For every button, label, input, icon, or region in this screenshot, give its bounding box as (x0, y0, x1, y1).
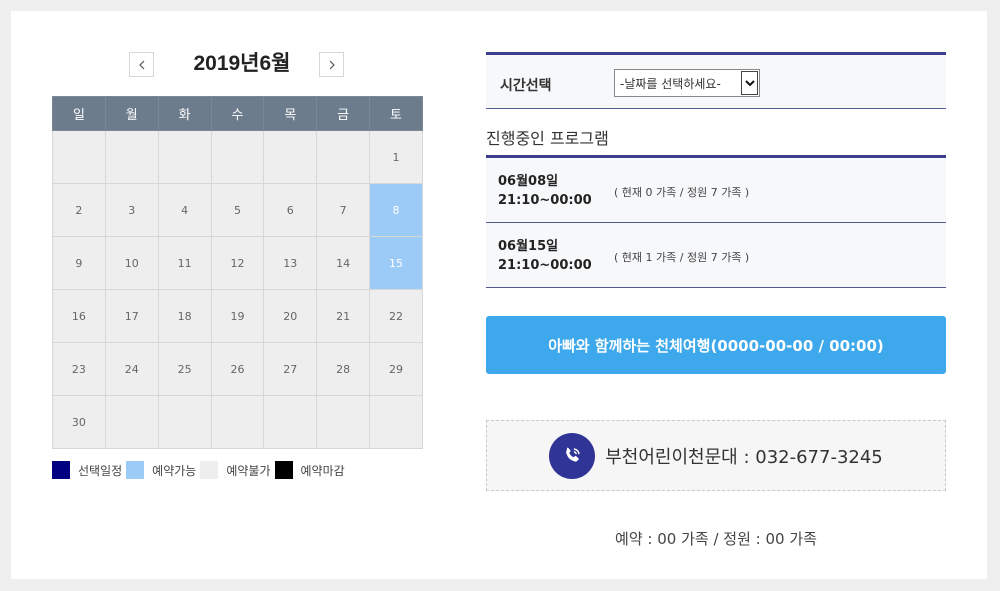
time-select-value: -날짜를 선택하세요- (620, 76, 721, 91)
weekday-mon: 월 (104, 96, 159, 131)
program-list: 06월08일 21:10~00:00 ( 현재 0 가족 / 정원 7 가족 )… (486, 155, 946, 288)
calendar-week-row: 2345678 (52, 183, 423, 237)
calendar-day-empty (316, 395, 371, 449)
weekday-tue: 화 (157, 96, 212, 131)
calendar-day-19: 19 (210, 289, 265, 343)
calendar-day-4: 4 (157, 183, 212, 237)
program-time: 21:10~00:00 (498, 258, 592, 273)
programs-title: 진행중인 프로그램 (486, 129, 609, 148)
calendar-week-row: 23 24 25 26 27 28 29 (52, 342, 423, 396)
calendar-day-empty (52, 130, 106, 184)
legend-item-unavailable: 예약불가 (200, 461, 274, 479)
weekday-sat: 토 (369, 96, 423, 131)
calendar-day-16: 16 (52, 289, 106, 343)
calendar-day-empty (104, 130, 159, 184)
calendar-week-row: 30 (52, 395, 423, 449)
legend-label-available: 예약가능 (152, 463, 197, 478)
time-select-label: 시간선택 (500, 78, 552, 94)
reservation-panel: 2019년6월 일 월 화 수 목 금 토 1 2 3 4 5 6 7 8 9 10 11 12 13 1… (11, 11, 987, 579)
calendar-week-row: 1 (52, 130, 423, 184)
contact-box: 부천어린이천문대 : 032-677-3245 (486, 420, 946, 491)
weekday-fri: 금 (316, 96, 371, 131)
calendar-legend: 선택일정 예약가능 예약불가 예약마감 (52, 460, 349, 480)
calendar-day-23: 23 (52, 342, 106, 396)
legend-swatch-available (126, 461, 145, 479)
calendar-day-20: 20 (263, 289, 318, 343)
calendar-day-empty (369, 395, 423, 449)
chevron-left-icon (138, 60, 144, 69)
weekday-wed: 수 (210, 96, 265, 131)
chevron-down-icon (741, 71, 758, 95)
calendar-day-22: 22 (369, 289, 423, 343)
calendar-day-2: 2 (52, 183, 106, 237)
calendar-day-empty (316, 130, 371, 184)
program-capacity: ( 현재 0 가족 / 정원 7 가족 ) (614, 186, 750, 199)
calendar-day-12: 12 (210, 236, 265, 290)
calendar-grid: 일 월 화 수 목 금 토 1 2 3 4 5 6 7 8 9 10 11 12 13 14 15 16 17 1… (52, 96, 423, 449)
legend-swatch-selected (52, 461, 70, 479)
program-capacity: ( 현재 1 가족 / 정원 7 가족 ) (614, 251, 750, 264)
program-item[interactable]: 06월15일 21:10~00:00 ( 현재 1 가족 / 정원 7 가족 ) (486, 223, 946, 288)
calendar-day-1: 1 (369, 130, 423, 184)
weekday-thu: 목 (263, 96, 318, 131)
calendar-day-27: 27 (263, 342, 318, 396)
calendar-day-26: 26 (210, 342, 265, 396)
calendar-day-empty (210, 130, 265, 184)
calendar-day-7: 7 (316, 183, 371, 237)
calendar-day-30: 30 (52, 395, 106, 449)
next-month-button[interactable] (319, 52, 344, 77)
calendar-day-21: 21 (316, 289, 371, 343)
program-time: 21:10~00:00 (498, 193, 592, 208)
calendar-day-13: 13 (263, 236, 318, 290)
program-date: 06월08일 (498, 174, 559, 189)
calendar-day-empty (263, 130, 318, 184)
legend-label-selected: 선택일정 (78, 463, 123, 478)
program-datetime: 06월08일 21:10~00:00 (498, 172, 592, 210)
prev-month-button[interactable] (129, 52, 154, 77)
calendar-day-24: 24 (104, 342, 159, 396)
chevron-right-icon (329, 60, 335, 69)
legend-swatch-unavailable (200, 461, 219, 479)
calendar-day-28: 28 (316, 342, 371, 396)
calendar-day-empty (210, 395, 265, 449)
calendar-day-empty (157, 130, 212, 184)
calendar-day-15[interactable]: 15 (369, 236, 423, 290)
legend-label-unavailable: 예약불가 (226, 463, 271, 478)
calendar-day-18: 18 (157, 289, 212, 343)
calendar-day-5: 5 (210, 183, 265, 237)
calendar-day-empty (263, 395, 318, 449)
calendar-day-9: 9 (52, 236, 106, 290)
legend-item-selected: 선택일정 (52, 461, 126, 479)
calendar-day-8[interactable]: 8 (369, 183, 423, 237)
program-item[interactable]: 06월08일 21:10~00:00 ( 현재 0 가족 / 정원 7 가족 ) (486, 158, 946, 223)
calendar-day-10: 10 (104, 236, 159, 290)
calendar-week-row: 9 10 11 12 13 14 15 (52, 236, 423, 290)
program-date: 06월15일 (498, 239, 559, 254)
legend-label-closed: 예약마감 (300, 463, 345, 478)
weekday-sun: 일 (52, 96, 106, 131)
phone-icon (549, 432, 596, 479)
calendar-day-empty (157, 395, 212, 449)
calendar-day-3: 3 (104, 183, 159, 237)
reservation-summary: 예약 : 00 가족 / 정원 : 00 가족 (615, 530, 817, 548)
program-reserve-button[interactable]: 아빠와 함께하는 천체여행(0000-00-00 / 00:00) (486, 316, 946, 374)
calendar-day-14: 14 (316, 236, 371, 290)
time-select-row: 시간선택 -날짜를 선택하세요- (486, 52, 946, 109)
program-datetime: 06월15일 21:10~00:00 (498, 237, 592, 275)
legend-swatch-closed (274, 461, 293, 479)
legend-item-closed: 예약마감 (274, 461, 349, 479)
calendar-day-11: 11 (157, 236, 212, 290)
calendar-week-row: 16 17 18 19 20 21 22 (52, 289, 423, 343)
time-select-dropdown[interactable]: -날짜를 선택하세요- (614, 69, 760, 97)
month-title: 2019년6월 (193, 52, 291, 75)
calendar-day-6: 6 (263, 183, 318, 237)
calendar-day-empty (104, 395, 159, 449)
weekday-row: 일 월 화 수 목 금 토 (52, 96, 423, 131)
contact-text: 부천어린이천문대 : 032-677-3245 (605, 446, 883, 468)
calendar-day-29: 29 (369, 342, 423, 396)
calendar-day-25: 25 (157, 342, 212, 396)
legend-item-available: 예약가능 (126, 461, 200, 479)
calendar-day-17: 17 (104, 289, 159, 343)
